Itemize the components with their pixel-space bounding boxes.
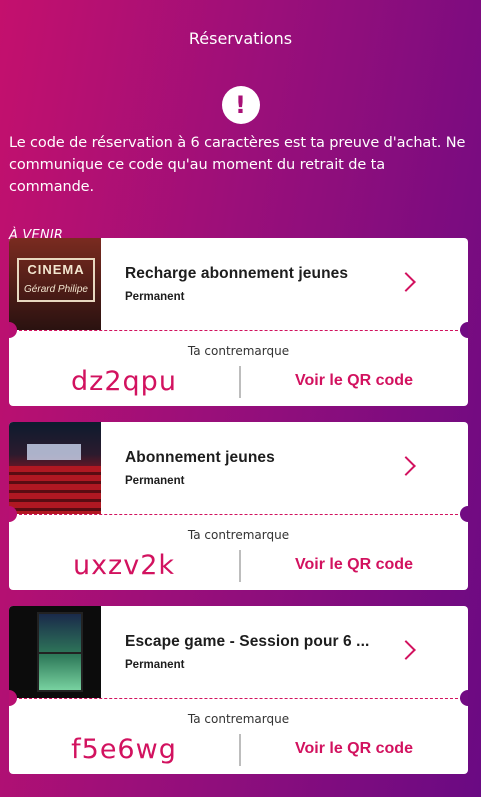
- reservation-header[interactable]: CINEMA Gérard Philipe Recharge abonnemen…: [9, 238, 468, 330]
- info-text: Le code de réservation à 6 caractères es…: [9, 135, 466, 195]
- reservation-card: Abonnement jeunes Permanent Ta contremar…: [9, 422, 468, 590]
- alert-wrapper: !: [0, 86, 481, 124]
- reservation-card: Escape game - Session pour 6 ... Permane…: [9, 606, 468, 774]
- code-label: Ta contremarque: [187, 528, 290, 542]
- event-thumbnail: [9, 606, 101, 698]
- reservation-subtitle: Permanent: [125, 291, 185, 303]
- reservation-code-area: Ta contremarque dz2qpu Voir le QR code: [9, 330, 468, 406]
- vertical-divider: [239, 366, 241, 398]
- reservation-subtitle: Permanent: [125, 659, 185, 671]
- view-qr-code-button[interactable]: Voir le QR code: [254, 372, 454, 390]
- event-thumbnail: CINEMA Gérard Philipe: [9, 238, 101, 330]
- cinema-sign-subtext: Gérard Philipe: [24, 284, 88, 295]
- reservation-title: Abonnement jeunes: [125, 449, 275, 466]
- vertical-divider: [239, 550, 241, 582]
- exclamation-circle-icon: !: [221, 86, 260, 124]
- reservation-header[interactable]: Abonnement jeunes Permanent: [9, 422, 468, 514]
- reservation-card: CINEMA Gérard Philipe Recharge abonnemen…: [9, 238, 468, 406]
- view-qr-code-button[interactable]: Voir le QR code: [254, 556, 454, 574]
- cinema-sign-text: CINEMA: [27, 262, 85, 277]
- reservation-list: CINEMA Gérard Philipe Recharge abonnemen…: [9, 238, 468, 790]
- view-qr-code-button[interactable]: Voir le QR code: [254, 740, 454, 758]
- page-title: Réservations: [188, 29, 293, 48]
- reservation-header[interactable]: Escape game - Session pour 6 ... Permane…: [9, 606, 468, 698]
- escape-window-shape: [37, 612, 83, 692]
- cinema-seats-shape: [9, 466, 101, 514]
- reservation-code-area: Ta contremarque f5e6wg Voir le QR code: [9, 698, 468, 774]
- reservation-code: dz2qpu: [71, 366, 177, 397]
- cinema-screen-shape: [27, 444, 81, 460]
- code-label: Ta contremarque: [187, 344, 290, 358]
- page-header: Réservations: [0, 0, 481, 76]
- event-thumbnail: [9, 422, 101, 514]
- reservation-title: Escape game - Session pour 6 ...: [125, 633, 370, 650]
- vertical-divider: [239, 734, 241, 766]
- reservation-code: uxzv2k: [72, 550, 176, 581]
- code-label: Ta contremarque: [187, 712, 290, 726]
- reservation-code: f5e6wg: [71, 734, 177, 765]
- reservation-title: Recharge abonnement jeunes: [125, 265, 349, 282]
- cinema-sign: CINEMA Gérard Philipe: [17, 258, 95, 302]
- reservation-code-area: Ta contremarque uxzv2k Voir le QR code: [9, 514, 468, 590]
- reservation-subtitle: Permanent: [125, 475, 185, 487]
